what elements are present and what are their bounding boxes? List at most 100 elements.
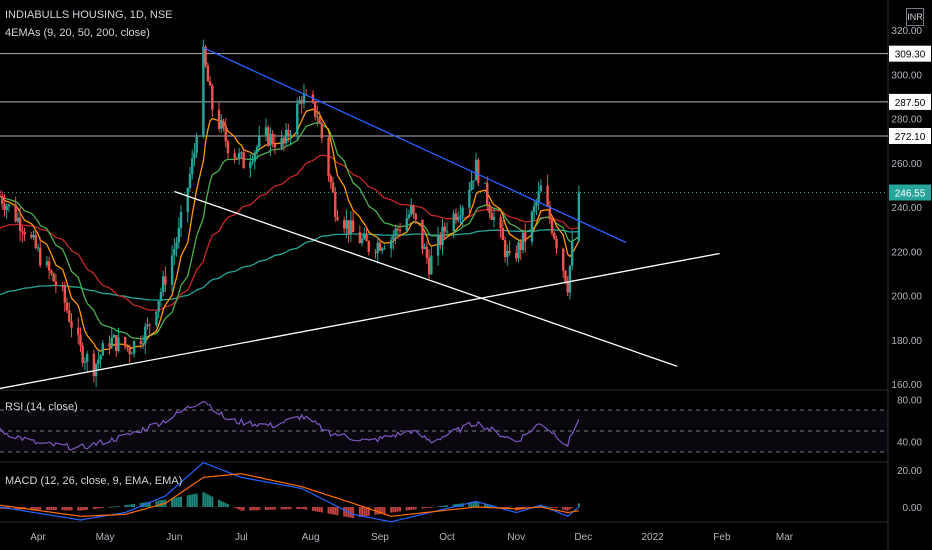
candle-body xyxy=(217,109,221,129)
candle-body xyxy=(97,359,100,364)
candle-body xyxy=(195,136,198,153)
candle-body xyxy=(456,217,460,221)
candle-body xyxy=(349,220,353,234)
candle-body xyxy=(530,211,534,242)
macd-histogram-bar xyxy=(394,507,397,512)
macd-histogram-bar xyxy=(311,507,314,511)
candle-body xyxy=(327,138,330,176)
macd-histogram-bar xyxy=(555,507,558,509)
chart-canvas[interactable]: 309.30 287.50 272.10 160.00 180.00 200.00 220.… xyxy=(0,0,932,550)
candle-body xyxy=(351,220,355,233)
candle-body xyxy=(358,232,362,244)
macd-histogram-bar xyxy=(242,507,245,511)
candle-body xyxy=(313,101,317,117)
macd-histogram-bar xyxy=(133,503,136,507)
macd-histogram-bar xyxy=(66,507,69,511)
candle-body xyxy=(459,215,462,218)
macd-histogram-bar xyxy=(95,507,98,509)
macd-histogram-bar xyxy=(52,507,55,511)
macd-histogram-bar xyxy=(446,505,448,507)
macd-histogram-bar xyxy=(577,503,580,507)
macd-histogram-bar xyxy=(115,506,118,508)
macd-histogram-bar xyxy=(177,496,180,507)
macd-histogram-bar xyxy=(408,507,411,511)
candle-body xyxy=(280,138,283,148)
macd-histogram-bar xyxy=(126,504,129,507)
candle-body xyxy=(398,229,402,232)
macd-tick-label: 20.00 xyxy=(897,466,922,477)
candle-body xyxy=(336,216,339,221)
macd-histogram-bar xyxy=(79,507,82,511)
macd-histogram-bar xyxy=(157,500,160,507)
candle-body xyxy=(394,228,397,236)
macd-histogram-bar xyxy=(437,506,440,508)
candle-body xyxy=(490,212,493,220)
candle-body xyxy=(423,246,426,249)
candle-body xyxy=(148,324,151,326)
macd-histogram-bar xyxy=(258,507,261,511)
candle-body xyxy=(77,327,80,335)
macd-histogram-bar xyxy=(285,507,288,510)
x-tick-label: Sep xyxy=(371,532,389,543)
candle-body xyxy=(521,232,525,250)
candle-body xyxy=(161,276,165,292)
macd-histogram-bar xyxy=(421,507,424,509)
candle-body xyxy=(23,232,26,235)
macd-histogram-bar xyxy=(425,507,428,508)
candle-body xyxy=(296,103,299,135)
candle-body xyxy=(130,353,134,355)
macd-histogram-bar xyxy=(443,505,446,507)
macd-histogram-bar xyxy=(332,507,335,515)
candle-body xyxy=(36,247,40,249)
candle-body xyxy=(535,201,538,207)
candle-body xyxy=(499,216,502,229)
macd-histogram-bar xyxy=(410,507,413,510)
candle-body xyxy=(392,235,395,240)
macd-histogram-bar xyxy=(287,507,290,510)
candle-body xyxy=(414,213,417,220)
candle-body xyxy=(298,100,301,104)
macd-histogram-bar xyxy=(97,507,100,509)
candle-body xyxy=(237,152,241,159)
candle-body xyxy=(334,192,337,217)
macd-histogram-bar xyxy=(209,495,212,507)
candle-body xyxy=(206,65,210,82)
candle-body xyxy=(70,321,73,328)
x-tick-label: 2022 xyxy=(641,532,664,543)
candle-body xyxy=(173,248,176,256)
rsi-label: RSI (14, close) xyxy=(5,401,78,413)
x-tick-label: Jun xyxy=(166,532,182,543)
y-tick-label: 300.00 xyxy=(891,70,922,81)
macd-histogram-bar xyxy=(363,507,366,517)
macd-histogram-bar xyxy=(298,507,301,509)
macd-histogram-bar xyxy=(352,507,355,519)
macd-histogram-bar xyxy=(439,506,442,507)
candle-body xyxy=(110,337,113,347)
candle-body xyxy=(267,127,270,146)
candle-body xyxy=(506,250,509,258)
candle-body xyxy=(79,334,82,346)
candle-body xyxy=(452,213,455,232)
macd-histogram-bar xyxy=(124,505,127,507)
macd-histogram-bar xyxy=(249,507,252,511)
candle-body xyxy=(517,242,520,259)
ema50-line xyxy=(0,154,580,311)
macd-histogram-bar xyxy=(240,507,243,511)
macd-histogram-bar xyxy=(430,507,433,508)
macd-histogram-bar xyxy=(548,507,551,508)
candle-body xyxy=(532,206,536,212)
candle-body xyxy=(108,343,111,347)
candle-body xyxy=(329,175,332,183)
macd-histogram-bar xyxy=(305,507,308,510)
candle-body xyxy=(159,291,163,301)
candle-body xyxy=(146,324,149,327)
candle-body xyxy=(360,238,364,244)
macd-histogram-bar xyxy=(39,507,42,510)
macd-histogram-bar xyxy=(63,507,66,511)
candle-body xyxy=(85,353,89,362)
candle-body xyxy=(112,335,116,338)
candle-body xyxy=(546,185,549,206)
candle-body xyxy=(425,246,429,258)
macd-histogram-bar xyxy=(396,507,399,512)
candle-body xyxy=(320,123,324,139)
